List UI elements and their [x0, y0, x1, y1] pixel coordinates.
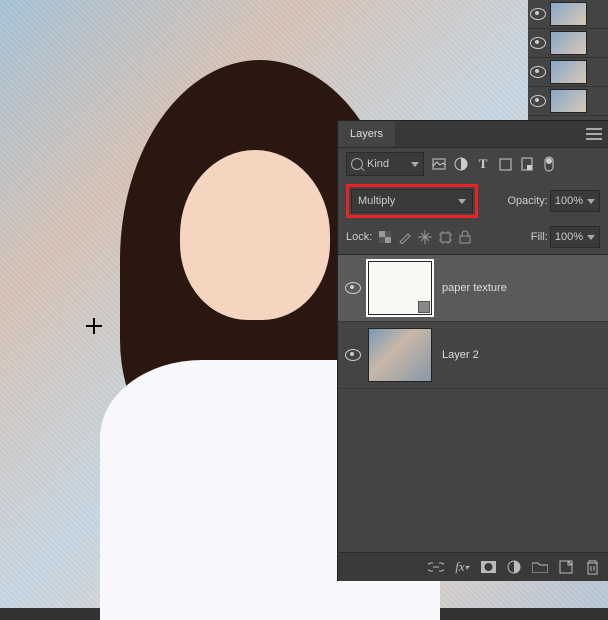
chevron-down-icon [411, 162, 419, 167]
layers-panel: Layers Kind T Multiply Opacity: [337, 120, 608, 581]
fill-value: 100% [555, 231, 583, 243]
filter-type-icon[interactable]: T [476, 157, 490, 171]
layer-thumbnail [550, 31, 587, 55]
layer-mini-row[interactable] [528, 58, 608, 87]
layer-style-icon[interactable]: fx▾ [454, 559, 470, 575]
filter-shape-icon[interactable] [498, 157, 512, 171]
chevron-down-icon [587, 235, 595, 240]
layer-thumbnail [550, 89, 587, 113]
blend-mode-value: Multiply [358, 195, 395, 207]
lock-label: Lock: [346, 231, 372, 243]
search-icon [351, 158, 363, 170]
lock-transparency-icon[interactable] [378, 230, 392, 244]
eye-icon [530, 37, 546, 49]
layer-row-paper-texture[interactable]: paper texture [338, 255, 608, 322]
filter-pixel-icon[interactable] [432, 157, 446, 171]
lock-paint-icon[interactable] [398, 230, 412, 244]
filter-toggle-switch[interactable] [542, 157, 556, 171]
move-cursor-icon [86, 318, 102, 334]
smartobject-badge-icon [418, 301, 430, 313]
layer-row-layer-2[interactable]: Layer 2 [338, 322, 608, 389]
layer-name[interactable]: Layer 2 [442, 349, 479, 361]
eye-icon [345, 282, 361, 294]
chevron-down-icon [587, 199, 595, 204]
opacity-input[interactable]: 100% [550, 190, 600, 212]
lock-position-icon[interactable] [418, 230, 432, 244]
fill-input[interactable]: 100% [550, 226, 600, 248]
blend-opacity-row: Multiply Opacity: 100% [338, 180, 608, 222]
delete-layer-icon[interactable] [584, 559, 600, 575]
filter-adjustment-icon[interactable] [454, 157, 468, 171]
link-layers-icon[interactable] [428, 559, 444, 575]
panel-tab-bar: Layers [338, 121, 608, 148]
layer-mini-row[interactable] [528, 87, 608, 116]
layer-name[interactable]: paper texture [442, 282, 507, 294]
layers-list: paper texture Layer 2 [338, 254, 608, 389]
filter-kind-label: Kind [367, 158, 389, 170]
lock-fill-row: Lock: Fill: 100% [338, 222, 608, 252]
layer-mini-row[interactable] [528, 29, 608, 58]
blend-mode-select[interactable]: Multiply [351, 189, 473, 213]
tab-layers[interactable]: Layers [338, 121, 395, 147]
new-layer-icon[interactable] [558, 559, 574, 575]
eye-icon [530, 66, 546, 78]
eye-icon [345, 349, 361, 361]
highlight-box: Multiply [346, 184, 478, 218]
eye-icon [530, 8, 546, 20]
fill-label[interactable]: Fill: [531, 231, 548, 243]
layer-mask-icon[interactable] [480, 559, 496, 575]
chevron-down-icon [458, 199, 466, 204]
layer-thumbnail[interactable] [368, 328, 432, 382]
panel-bottom-bar: fx▾ [338, 552, 608, 581]
filter-row: Kind T [338, 148, 608, 180]
layer-thumbnail [550, 60, 587, 84]
layer-thumbnail[interactable] [368, 261, 432, 315]
layer-mini-row[interactable] [528, 0, 608, 29]
lock-artboard-icon[interactable] [438, 230, 452, 244]
lock-all-icon[interactable] [458, 230, 472, 244]
layer-thumbnail [550, 2, 587, 26]
visibility-toggle[interactable] [338, 349, 368, 361]
eye-icon [530, 95, 546, 107]
opacity-value: 100% [555, 195, 583, 207]
new-group-icon[interactable] [532, 559, 548, 575]
filter-kind-select[interactable]: Kind [346, 152, 424, 176]
adjustment-layer-icon[interactable] [506, 559, 522, 575]
opacity-label[interactable]: Opacity: [508, 195, 548, 207]
filter-smartobject-icon[interactable] [520, 157, 534, 171]
secondary-layers-strip [528, 0, 608, 120]
visibility-toggle[interactable] [338, 282, 368, 294]
panel-menu-icon[interactable] [586, 128, 602, 140]
